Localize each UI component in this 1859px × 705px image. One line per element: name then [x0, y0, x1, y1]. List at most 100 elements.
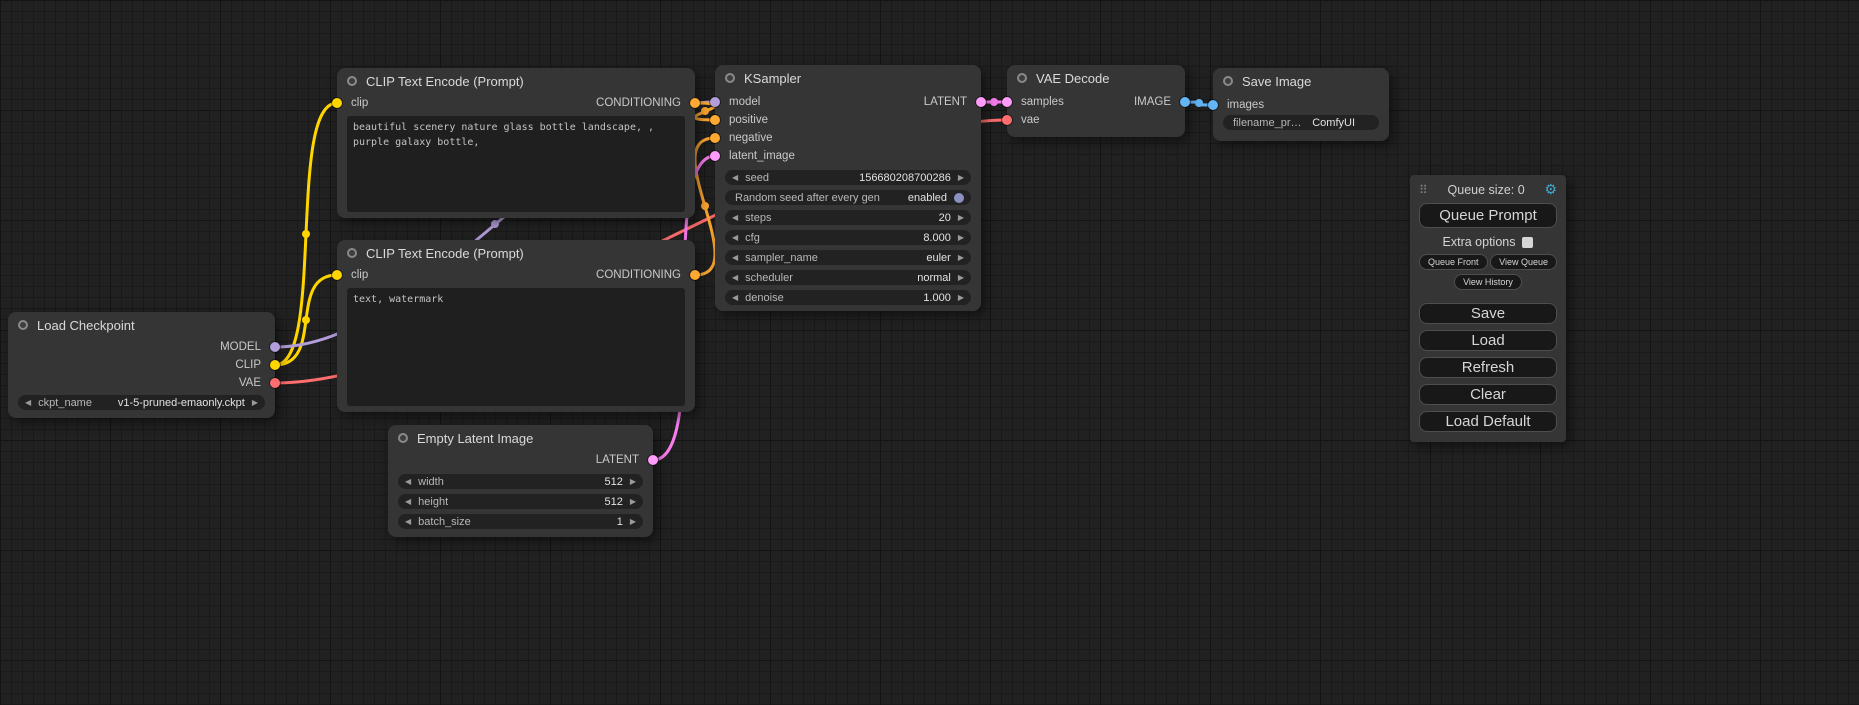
refresh-button[interactable]: Refresh — [1419, 357, 1557, 378]
latent-output-slot[interactable] — [976, 97, 986, 107]
node-header[interactable]: Save Image — [1213, 68, 1389, 94]
model-output-slot[interactable] — [270, 342, 280, 352]
node-header[interactable]: VAE Decode — [1007, 65, 1185, 91]
queue-prompt-button[interactable]: Queue Prompt — [1419, 203, 1557, 228]
positive-input-slot[interactable] — [710, 115, 720, 125]
positive-prompt-textarea[interactable]: beautiful scenery nature glass bottle la… — [347, 116, 685, 212]
node-load-checkpoint[interactable]: Load Checkpoint MODEL CLIP VAE ◀ ckpt_na… — [8, 312, 275, 418]
extra-options-checkbox[interactable] — [1522, 237, 1533, 248]
decrement-arrow-icon[interactable]: ◀ — [25, 399, 31, 407]
denoise-widget[interactable]: ◀ denoise 1.000 ▶ — [725, 290, 971, 305]
decrement-arrow-icon[interactable]: ◀ — [732, 254, 738, 262]
node-vae-decode[interactable]: VAE Decode samples IMAGE vae — [1007, 65, 1185, 137]
height-widget[interactable]: ◀ height 512 ▶ — [398, 494, 643, 509]
width-widget[interactable]: ◀ width 512 ▶ — [398, 474, 643, 489]
latent-output-slot[interactable] — [648, 455, 658, 465]
cfg-widget[interactable]: ◀ cfg 8.000 ▶ — [725, 230, 971, 245]
increment-arrow-icon[interactable]: ▶ — [630, 478, 636, 486]
node-header[interactable]: CLIP Text Encode (Prompt) — [337, 240, 695, 266]
decrement-arrow-icon[interactable]: ◀ — [732, 214, 738, 222]
settings-gear-icon[interactable]: ⚙ — [1544, 181, 1557, 198]
queue-front-button[interactable]: Queue Front — [1419, 254, 1488, 270]
samples-input-slot[interactable] — [1002, 97, 1012, 107]
increment-arrow-icon[interactable]: ▶ — [630, 518, 636, 526]
conditioning-output-slot[interactable] — [690, 270, 700, 280]
increment-arrow-icon[interactable]: ▶ — [958, 254, 964, 262]
collapse-toggle-icon[interactable] — [398, 433, 408, 443]
collapse-toggle-icon[interactable] — [18, 320, 28, 330]
increment-arrow-icon[interactable]: ▶ — [252, 399, 258, 407]
node-save-image[interactable]: Save Image images filename_prefix ComfyU… — [1213, 68, 1389, 141]
decrement-arrow-icon[interactable]: ◀ — [732, 174, 738, 182]
decrement-arrow-icon[interactable]: ◀ — [405, 518, 411, 526]
node-header[interactable]: Empty Latent Image — [388, 425, 653, 451]
node-ksampler[interactable]: KSampler model LATENT positive negative … — [715, 65, 981, 311]
load-button[interactable]: Load — [1419, 330, 1557, 351]
drag-handle-icon[interactable]: ⠿ — [1419, 183, 1428, 197]
comfy-menu[interactable]: ⠿ Queue size: 0 ⚙ Queue Prompt Extra opt… — [1410, 175, 1566, 442]
clip-input-slot[interactable] — [332, 98, 342, 108]
increment-arrow-icon[interactable]: ▶ — [958, 214, 964, 222]
increment-arrow-icon[interactable]: ▶ — [958, 274, 964, 282]
decrement-arrow-icon[interactable]: ◀ — [405, 498, 411, 506]
input-label-negative: negative — [729, 132, 772, 144]
collapse-toggle-icon[interactable] — [347, 248, 357, 258]
increment-arrow-icon[interactable]: ▶ — [958, 234, 964, 242]
negative-prompt-textarea[interactable]: text, watermark — [347, 288, 685, 406]
slot-row: model LATENT — [715, 93, 981, 111]
clear-button[interactable]: Clear — [1419, 384, 1557, 405]
scheduler-widget[interactable]: ◀ scheduler normal ▶ — [725, 270, 971, 285]
toggle-indicator-icon[interactable] — [954, 193, 964, 203]
decrement-arrow-icon[interactable]: ◀ — [732, 234, 738, 242]
sampler-name-widget[interactable]: ◀ sampler_name euler ▶ — [725, 250, 971, 265]
collapse-toggle-icon[interactable] — [1017, 73, 1027, 83]
output-label-latent: LATENT — [924, 96, 967, 108]
widget-label: filename_prefix — [1233, 117, 1305, 129]
node-title: Load Checkpoint — [37, 318, 135, 333]
extra-options-row: Extra options — [1419, 235, 1557, 249]
node-empty-latent-image[interactable]: Empty Latent Image LATENT ◀ width 512 ▶ … — [388, 425, 653, 537]
view-queue-button[interactable]: View Queue — [1490, 254, 1557, 270]
vae-output-slot[interactable] — [270, 378, 280, 388]
widget-value: enabled — [908, 192, 947, 204]
decrement-arrow-icon[interactable]: ◀ — [732, 274, 738, 282]
widget-label: sampler_name — [745, 252, 818, 264]
filename-prefix-widget[interactable]: filename_prefix ComfyUI — [1223, 115, 1379, 130]
view-history-button[interactable]: View History — [1454, 274, 1522, 290]
images-input-slot[interactable] — [1208, 100, 1218, 110]
slot-row: latent_image — [715, 147, 981, 165]
latent-image-input-slot[interactable] — [710, 151, 720, 161]
widget-label: Random seed after every gen — [735, 192, 880, 204]
decrement-arrow-icon[interactable]: ◀ — [732, 294, 738, 302]
negative-input-slot[interactable] — [710, 133, 720, 143]
seed-widget[interactable]: ◀ seed 156680208700286 ▶ — [725, 170, 971, 185]
node-header[interactable]: KSampler — [715, 65, 981, 91]
increment-arrow-icon[interactable]: ▶ — [958, 294, 964, 302]
random-seed-toggle-widget[interactable]: Random seed after every gen enabled — [725, 190, 971, 205]
decrement-arrow-icon[interactable]: ◀ — [405, 478, 411, 486]
ckpt-name-widget[interactable]: ◀ ckpt_name v1-5-pruned-emaonly.ckpt ▶ — [18, 395, 265, 410]
slot-row: samples IMAGE — [1007, 93, 1185, 111]
node-header[interactable]: CLIP Text Encode (Prompt) — [337, 68, 695, 94]
node-header[interactable]: Load Checkpoint — [8, 312, 275, 338]
conditioning-output-slot[interactable] — [690, 98, 700, 108]
collapse-toggle-icon[interactable] — [1223, 76, 1233, 86]
collapse-toggle-icon[interactable] — [725, 73, 735, 83]
input-label-vae: vae — [1021, 114, 1040, 126]
save-button[interactable]: Save — [1419, 303, 1557, 324]
clip-input-slot[interactable] — [332, 270, 342, 280]
image-output-slot[interactable] — [1180, 97, 1190, 107]
load-default-button[interactable]: Load Default — [1419, 411, 1557, 432]
graph-canvas[interactable]: { "canvas": {"background": "#212121"}, "… — [0, 0, 1859, 705]
increment-arrow-icon[interactable]: ▶ — [958, 174, 964, 182]
increment-arrow-icon[interactable]: ▶ — [630, 498, 636, 506]
widget-label: seed — [745, 172, 769, 184]
node-clip-text-encode-negative[interactable]: CLIP Text Encode (Prompt) clip CONDITION… — [337, 240, 695, 412]
node-clip-text-encode-positive[interactable]: CLIP Text Encode (Prompt) clip CONDITION… — [337, 68, 695, 218]
batch-size-widget[interactable]: ◀ batch_size 1 ▶ — [398, 514, 643, 529]
collapse-toggle-icon[interactable] — [347, 76, 357, 86]
clip-output-slot[interactable] — [270, 360, 280, 370]
steps-widget[interactable]: ◀ steps 20 ▶ — [725, 210, 971, 225]
vae-input-slot[interactable] — [1002, 115, 1012, 125]
model-input-slot[interactable] — [710, 97, 720, 107]
